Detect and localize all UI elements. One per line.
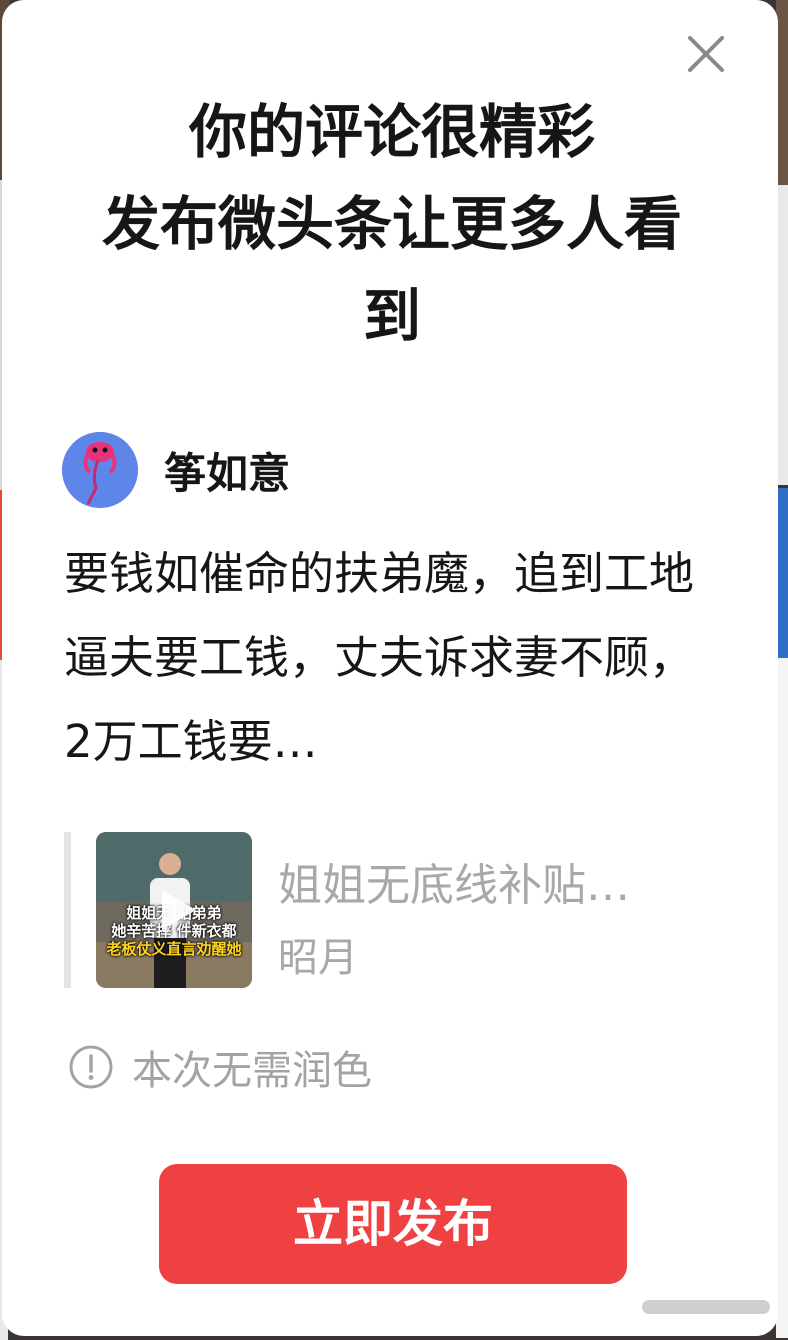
dialog-title: 你的评论很精彩 发布微头条让更多人看 到	[42, 86, 742, 362]
close-button[interactable]	[682, 30, 730, 78]
home-indicator[interactable]	[642, 1300, 770, 1314]
kite-avatar-icon	[62, 432, 138, 508]
polish-notice: 本次无需润色	[68, 1038, 372, 1096]
thumbnail-caption: 老板仗义直言劝醒她	[106, 940, 242, 958]
video-author: 昭月	[278, 935, 358, 981]
username: 筝如意	[164, 448, 291, 498]
publish-micro-headline-dialog: 你的评论很精彩 发布微头条让更多人看 到 筝如意 要钱如催命的扶弟魔，追到工地逼…	[2, 0, 778, 1336]
dialog-title-line: 发布微头条让更多人看	[101, 190, 682, 258]
close-icon	[688, 36, 724, 72]
video-thumbnail[interactable]: 姐姐无 贴弟弟 她辛苦摔 件新衣都 老板仗义直言劝醒她	[96, 832, 252, 988]
avatar	[62, 432, 138, 508]
video-title[interactable]: 姐姐无底线补贴…	[278, 856, 718, 916]
info-icon	[68, 1044, 114, 1090]
comment-author: 筝如意	[62, 432, 290, 508]
dialog-title-line: 到	[362, 282, 421, 350]
notice-text: 本次无需润色	[132, 1048, 372, 1094]
quote-divider	[64, 832, 71, 988]
play-icon	[162, 890, 196, 930]
dialog-title-line: 你的评论很精彩	[188, 98, 595, 166]
comment-text: 要钱如催命的扶弟魔，追到工地逼夫要工钱，丈夫诉求妻不顾，2万工钱要…	[64, 547, 695, 768]
publish-now-button[interactable]: 立即发布	[159, 1164, 627, 1284]
